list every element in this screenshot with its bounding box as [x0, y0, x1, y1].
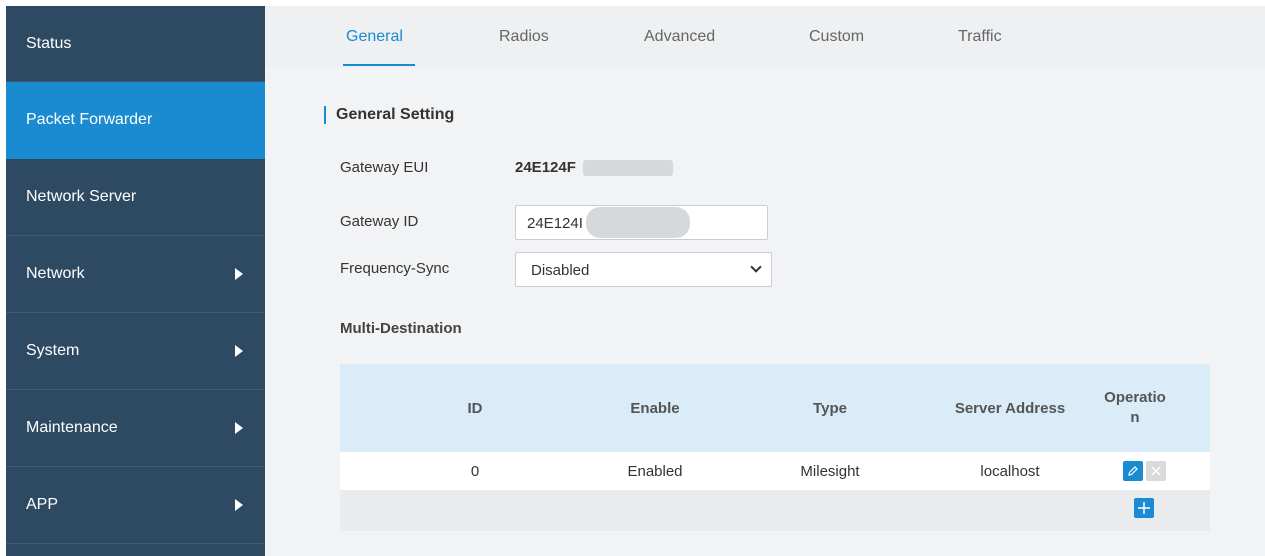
sidebar-item-app[interactable]: APP	[6, 467, 265, 544]
sidebar-item-network[interactable]: Network	[6, 236, 265, 313]
frequency-sync-label: Frequency-Sync	[340, 260, 450, 277]
chevron-down-icon	[750, 261, 762, 273]
sidebar-item-label: APP	[26, 496, 59, 513]
tab-label: Radios	[499, 28, 549, 45]
redaction-blur	[583, 160, 673, 176]
sidebar-item-system[interactable]: System	[6, 313, 265, 390]
column-header-enable: Enable	[630, 399, 680, 417]
sidebar-item-label: Network	[26, 265, 85, 282]
tab-label: Custom	[809, 28, 865, 45]
sidebar-item-network-server[interactable]: Network Server	[6, 159, 265, 236]
pencil-icon	[1128, 466, 1138, 476]
sidebar-item-label: System	[26, 342, 80, 359]
table-row: 0 Enabled Milesight localhost	[340, 452, 1210, 490]
delete-button[interactable]	[1146, 461, 1166, 481]
tab-bar: General Radios Advanced Custom Traffic	[265, 6, 1265, 68]
main-content: General Radios Advanced Custom Traffic G…	[265, 6, 1265, 556]
tab-general[interactable]: General	[343, 6, 415, 68]
sidebar-item-maintenance[interactable]: Maintenance	[6, 390, 265, 467]
tab-traffic[interactable]: Traffic	[958, 6, 1018, 68]
plus-icon	[1138, 502, 1150, 514]
tab-label: Traffic	[958, 28, 1002, 45]
close-icon	[1151, 466, 1161, 476]
column-header-type: Type	[813, 399, 847, 417]
cell-server-address: localhost	[980, 462, 1040, 480]
sidebar-item-label: Network Server	[26, 188, 137, 205]
tab-label: General	[346, 28, 403, 45]
add-button[interactable]	[1134, 498, 1154, 518]
cell-enable: Enabled	[627, 462, 683, 480]
tab-custom[interactable]: Custom	[809, 6, 879, 68]
tab-label: Advanced	[644, 28, 716, 45]
column-header-operation: Operatio n	[1104, 389, 1166, 426]
cell-id: 0	[470, 462, 480, 480]
caret-right-icon	[235, 422, 243, 434]
multi-destination-title: Multi-Destination	[340, 320, 462, 337]
edit-button[interactable]	[1123, 461, 1143, 481]
gateway-eui-value: 24E124F	[515, 159, 576, 176]
frequency-sync-value: Disabled	[531, 262, 590, 279]
cell-type: Milesight	[800, 462, 860, 480]
sidebar-item-packet-forwarder[interactable]: Packet Forwarder	[6, 82, 265, 159]
sidebar-nav: Status Packet Forwarder Network Server N…	[6, 6, 265, 556]
section-title: General Setting	[324, 106, 454, 124]
redaction-blur	[586, 207, 690, 238]
frequency-sync-select[interactable]: Disabled	[515, 252, 772, 287]
column-header-id: ID	[467, 399, 483, 417]
tab-advanced[interactable]: Advanced	[644, 6, 724, 68]
sidebar-item-label: Status	[26, 34, 72, 52]
sidebar-item-label: Packet Forwarder	[26, 111, 153, 128]
gateway-id-value: 24E124I	[527, 215, 583, 232]
column-header-server-address: Server Address	[954, 399, 1066, 417]
gateway-eui-label: Gateway EUI	[340, 159, 429, 176]
sidebar-item-label: Maintenance	[26, 419, 118, 436]
caret-right-icon	[235, 268, 243, 280]
multi-destination-table: ID Enable Type Server Address Operatio n…	[340, 364, 1210, 531]
sidebar-item-status[interactable]: Status	[6, 6, 265, 82]
tab-radios[interactable]: Radios	[499, 6, 559, 68]
caret-right-icon	[235, 345, 243, 357]
table-header: ID Enable Type Server Address Operatio n	[340, 364, 1210, 452]
caret-right-icon	[235, 499, 243, 511]
gateway-id-label: Gateway ID	[340, 213, 419, 230]
